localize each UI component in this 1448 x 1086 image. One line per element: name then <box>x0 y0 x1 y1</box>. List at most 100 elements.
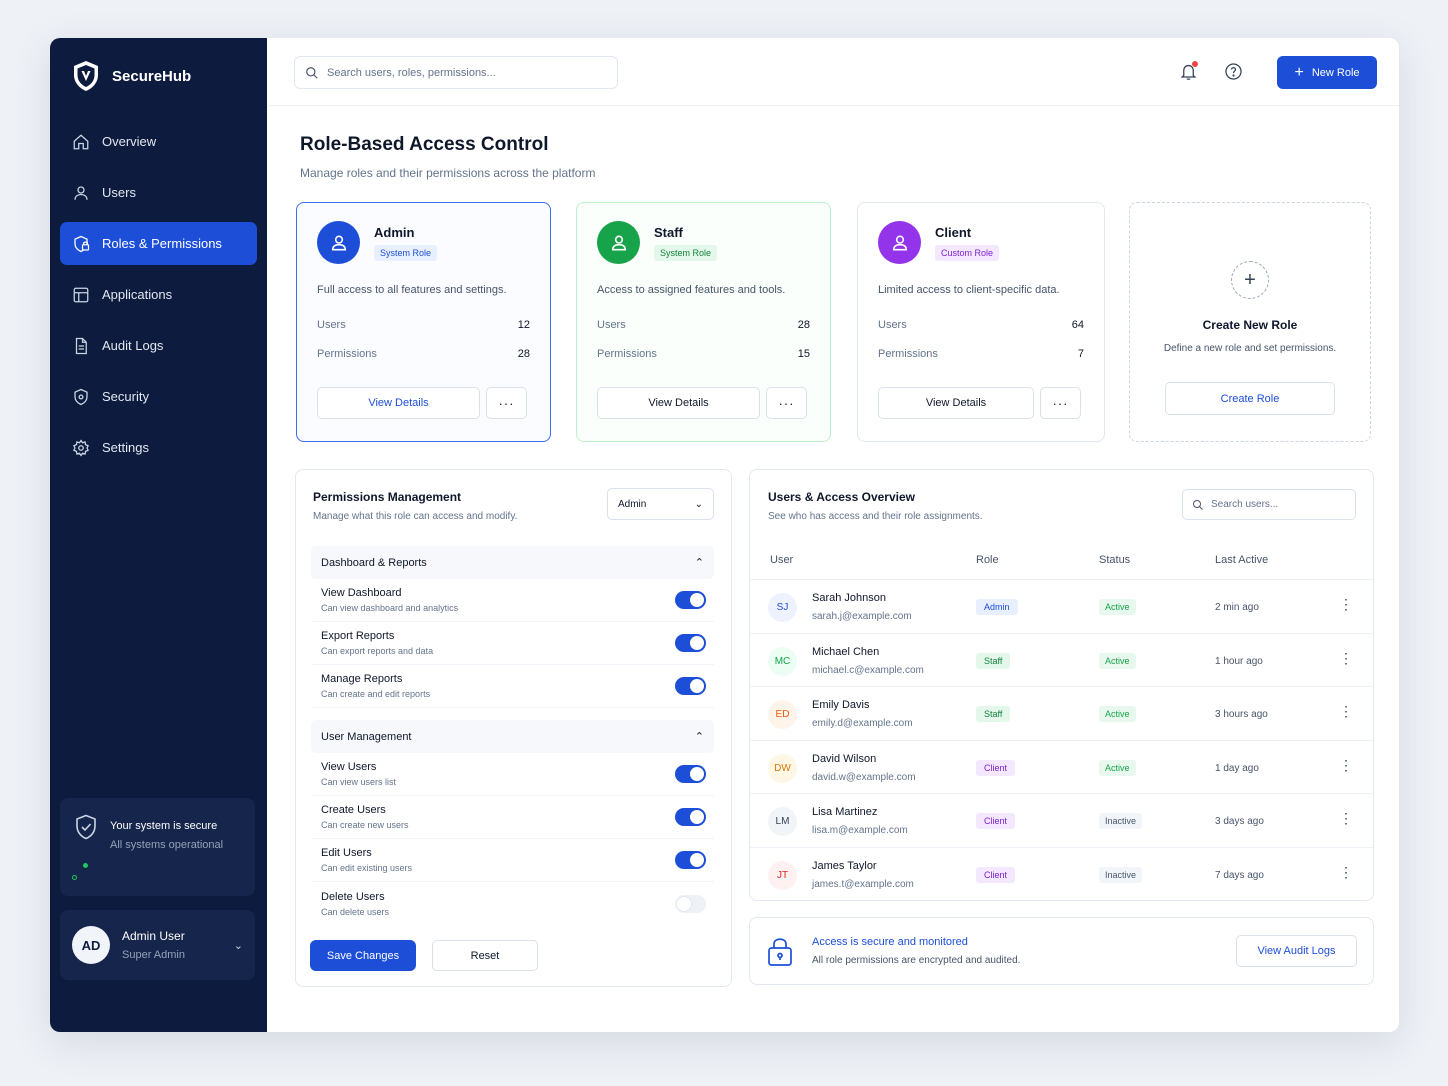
view-details-button[interactable]: View Details <box>878 387 1034 419</box>
role-select[interactable]: Admin ⌄ <box>607 488 714 520</box>
table-row[interactable]: SJ Sarah Johnson sarah.j@example.com Admin A… <box>750 580 1373 634</box>
system-status-card: Your system is secure All systems operat… <box>60 798 255 896</box>
new-role-label: New Role <box>1311 66 1360 79</box>
column-header-user[interactable]: User <box>770 554 793 566</box>
permission-group-dashboard-reports: Dashboard & Reports ⌃ View Dashboard Can … <box>311 546 714 708</box>
last-active: 1 day ago <box>1215 762 1259 774</box>
brand[interactable]: SecureHub <box>50 38 267 114</box>
sidebar-item-overview[interactable]: Overview <box>60 120 257 163</box>
row-menu-icon[interactable]: ⋮ <box>1339 596 1353 613</box>
permission-toggle[interactable] <box>675 851 706 869</box>
shield-check-icon <box>76 814 96 840</box>
role-select-value: Admin <box>618 498 647 510</box>
more-options-button[interactable]: ··· <box>486 387 527 419</box>
role-badge: Admin <box>976 599 1018 615</box>
more-options-button[interactable]: ··· <box>766 387 807 419</box>
search-icon <box>306 66 318 79</box>
role-type-badge: System Role <box>654 244 718 261</box>
chevron-up-icon[interactable]: ⌃ <box>695 556 704 569</box>
permissions-title: Permissions Management <box>313 490 462 504</box>
users-search-input[interactable] <box>1211 499 1341 510</box>
sidebar-item-audit-logs[interactable]: Audit Logs <box>60 324 257 367</box>
permission-toggle[interactable] <box>675 765 706 783</box>
global-search[interactable] <box>294 56 618 89</box>
row-menu-icon[interactable]: ⋮ <box>1339 703 1353 720</box>
user-email: sarah.j@example.com <box>812 611 912 622</box>
view-details-button[interactable]: View Details <box>317 387 480 419</box>
table-header: User Role Status Last Active <box>750 540 1373 580</box>
permission-desc: Can edit existing users <box>321 863 413 873</box>
create-role-card[interactable]: + Create New Role Define a new role and … <box>1129 202 1371 442</box>
permission-name: View Dashboard <box>321 587 402 599</box>
sidebar-item-users[interactable]: Users <box>60 171 257 214</box>
table-row[interactable]: DW David Wilson david.w@example.com Client A… <box>750 741 1373 794</box>
user-name[interactable]: James Taylor <box>812 860 914 872</box>
permission-toggle[interactable] <box>675 634 706 652</box>
table-row[interactable]: LM Lisa Martinez lisa.m@example.com Client I… <box>750 794 1373 848</box>
row-menu-icon[interactable]: ⋮ <box>1339 864 1353 881</box>
role-name: Admin <box>374 224 415 240</box>
row-menu-icon[interactable]: ⋮ <box>1339 650 1353 667</box>
view-details-button[interactable]: View Details <box>597 387 760 419</box>
permission-toggle[interactable] <box>675 808 706 826</box>
sidebar-item-security[interactable]: Security <box>60 375 257 418</box>
table-row[interactable]: JT James Taylor james.t@example.com Client I… <box>750 848 1373 902</box>
avatar: ED <box>768 700 797 729</box>
last-active: 3 days ago <box>1215 816 1264 827</box>
table-row[interactable]: MC Michael Chen michael.c@example.com Staff… <box>750 634 1373 687</box>
role-type-badge: Custom Role <box>935 244 1000 261</box>
permission-name: Manage Reports <box>321 673 403 685</box>
sidebar-item-roles-permissions[interactable]: Roles & Permissions <box>60 222 257 265</box>
column-header-role[interactable]: Role <box>976 554 999 566</box>
permission-group-header[interactable]: User Management ⌃ <box>311 720 714 753</box>
role-permissions-stat: Permissions 28 <box>317 348 530 360</box>
row-menu-icon[interactable]: ⋮ <box>1339 810 1353 827</box>
user-name[interactable]: Michael Chen <box>812 646 924 658</box>
search-icon <box>1193 499 1203 510</box>
shield-lock-icon <box>74 235 90 252</box>
role-users-stat: Users 12 <box>317 319 530 331</box>
help-button[interactable] <box>1222 60 1244 82</box>
sidebar-item-applications[interactable]: Applications <box>60 273 257 316</box>
lock-icon <box>768 938 792 966</box>
sidebar-item-settings[interactable]: Settings <box>60 426 257 469</box>
notifications-button[interactable] <box>1177 60 1199 82</box>
user-cell: Emily Davis emily.d@example.com <box>812 699 913 729</box>
permission-toggle[interactable] <box>675 591 706 609</box>
column-header-last-active[interactable]: Last Active <box>1215 554 1268 566</box>
row-menu-icon[interactable]: ⋮ <box>1339 757 1353 774</box>
user-name[interactable]: Lisa Martinez <box>812 806 908 818</box>
chevron-down-icon[interactable]: ⌄ <box>234 939 243 952</box>
user-cell: James Taylor james.t@example.com <box>812 860 914 890</box>
more-options-button[interactable]: ··· <box>1040 387 1081 419</box>
permission-toggle[interactable] <box>675 894 706 913</box>
role-description: Access to assigned features and tools. <box>597 284 786 296</box>
permission-group-header[interactable]: Dashboard & Reports ⌃ <box>311 546 714 579</box>
role-name: Client <box>935 224 972 240</box>
current-user-menu[interactable]: AD Admin User Super Admin ⌄ <box>60 910 255 980</box>
sidebar: SecureHub Overview Users Roles & Permiss… <box>50 38 267 1032</box>
stat-label: Users <box>878 319 907 331</box>
table-row[interactable]: ED Emily Davis emily.d@example.com Staff Act… <box>750 687 1373 741</box>
permissions-subtitle: Manage what this role can access and mod… <box>313 511 518 522</box>
permission-toggle[interactable] <box>675 677 706 695</box>
brand-name: SecureHub <box>112 67 192 85</box>
stat-value: 28 <box>797 319 810 331</box>
chevron-up-icon[interactable]: ⌃ <box>695 730 704 743</box>
column-header-status[interactable]: Status <box>1099 554 1130 566</box>
reset-button[interactable]: Reset <box>432 940 538 971</box>
role-badge: Client <box>976 866 1016 883</box>
new-role-button[interactable]: + New Role <box>1277 56 1377 89</box>
user-name[interactable]: David Wilson <box>812 753 916 765</box>
search-input[interactable] <box>327 66 597 79</box>
create-role-button[interactable]: Create Role <box>1165 382 1335 415</box>
user-name[interactable]: Sarah Johnson <box>812 592 912 604</box>
users-search[interactable] <box>1182 489 1356 520</box>
user-icon <box>317 221 360 264</box>
user-cell: David Wilson david.w@example.com <box>812 753 916 783</box>
permission-desc: Can create new users <box>321 820 409 830</box>
user-name[interactable]: Emily Davis <box>812 699 913 711</box>
save-changes-button[interactable]: Save Changes <box>310 940 416 971</box>
role-users-stat: Users 64 <box>878 319 1084 331</box>
view-audit-logs-button[interactable]: View Audit Logs <box>1236 935 1357 967</box>
